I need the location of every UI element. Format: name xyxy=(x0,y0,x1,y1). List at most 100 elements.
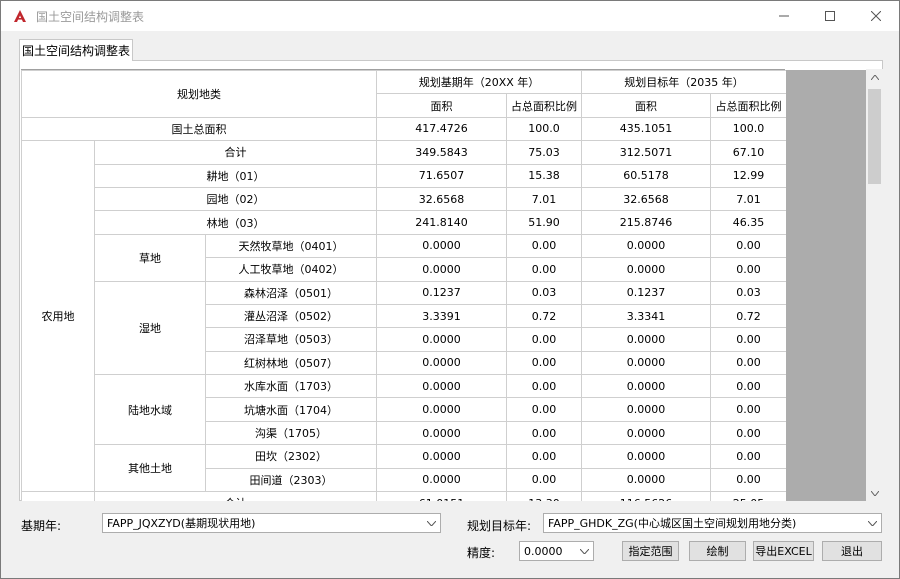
set-range-button[interactable]: 指定范围 xyxy=(622,541,679,561)
value-cell: 349.5843 xyxy=(376,140,507,165)
value-cell: 116.5626 xyxy=(581,491,712,501)
value-cell: 12.99 xyxy=(710,163,788,188)
scroll-down-icon[interactable] xyxy=(866,485,883,501)
value-cell: 7.01 xyxy=(505,186,583,212)
value-cell: 25.05 xyxy=(710,491,788,501)
row-label: 水库水面（1703） xyxy=(205,374,377,399)
tab-panel: 规划地类 规划基期年（20XX 年） 规划目标年（2035 年） 面积 占总面积比例 面积… xyxy=(19,60,883,501)
base-year-select[interactable]: FAPP_JQXZYD(基期现状用地) xyxy=(102,513,441,533)
precision-select[interactable]: 0.0000 xyxy=(519,541,594,561)
value-cell: 71.6507 xyxy=(376,163,507,188)
export-excel-button[interactable]: 导出EXCEL xyxy=(753,541,814,561)
value-cell: 0.00 xyxy=(710,350,788,376)
vertical-scrollbar[interactable] xyxy=(866,69,883,501)
group-label: 湿地 xyxy=(94,280,206,376)
row-label: 合计 xyxy=(94,491,377,501)
value-cell: 0.00 xyxy=(710,420,788,446)
table-row[interactable]: 合计61.015113.30116.562625.05 xyxy=(21,491,788,501)
table-row[interactable]: 耕地（01） 71.6507 15.38 60.5178 12.99 xyxy=(22,163,788,188)
header-row[interactable]: 规划地类 规划基期年（20XX 年） 规划目标年（2035 年） xyxy=(21,69,788,118)
value-cell: 100.0 xyxy=(710,116,788,142)
value-cell: 0.0000 xyxy=(376,374,507,399)
value-cell: 0.0000 xyxy=(581,397,712,422)
table-row[interactable]: 湿地 森林沼泽（0501） 0.1237 0.03 0.1237 0.03 xyxy=(22,280,788,376)
value-cell: 46.35 xyxy=(710,210,788,235)
value-cell: 32.6568 xyxy=(581,186,712,212)
table-row[interactable]: 草地 天然牧草地（0401） 0.0000 0.00 0.0000 0.00 xyxy=(22,233,788,282)
target-year-label: 规划目标年: xyxy=(467,519,532,533)
structure-table: 规划地类 规划基期年（20XX 年） 规划目标年（2035 年） 面积 占总面积比例 面积… xyxy=(21,69,788,501)
value-cell: 0.0000 xyxy=(581,257,712,282)
row-label: 灌丛沼泽（0502） xyxy=(205,303,377,329)
value-cell: 0.00 xyxy=(505,327,583,352)
value-cell: 0.00 xyxy=(505,420,583,446)
header-ratio: 占总面积比例 xyxy=(710,93,788,118)
row-label: 天然牧草地（0401） xyxy=(205,233,377,259)
value-cell: 61.0151 xyxy=(376,491,507,501)
value-cell: 0.0000 xyxy=(581,444,712,469)
row-label: 耕地（01） xyxy=(94,163,377,188)
value-cell: 417.4726 xyxy=(376,116,507,142)
draw-button[interactable]: 绘制 xyxy=(689,541,746,561)
header-category: 规划地类 xyxy=(21,70,377,118)
tab-structure-table[interactable]: 国土空间结构调整表 xyxy=(19,39,133,61)
table-row[interactable]: 林地（03） 241.8140 51.90 215.8746 46.35 xyxy=(22,210,788,235)
chevron-down-icon[interactable] xyxy=(576,542,593,560)
chevron-down-icon[interactable] xyxy=(864,514,881,532)
table-row[interactable]: 陆地水域 水库水面（1703） 0.0000 0.00 0.0000 0.00 xyxy=(22,374,788,446)
value-cell: 0.00 xyxy=(710,327,788,352)
total-row[interactable]: 国土总面积 417.4726 100.0 435.1051 100.0 xyxy=(21,116,788,142)
value-cell: 0.0000 xyxy=(376,350,507,376)
title-bar[interactable]: 国土空间结构调整表 xyxy=(1,1,899,31)
value-cell: 0.0000 xyxy=(376,467,507,493)
group-label: 其他土地 xyxy=(94,444,206,493)
grid-empty-area xyxy=(786,70,867,501)
row-label: 田间道（2303） xyxy=(205,467,377,493)
target-year-select[interactable]: FAPP_GHDK_ZG(中心城区国土空间规划用地分类) xyxy=(543,513,882,533)
row-label: 红树林地（0507） xyxy=(205,350,377,376)
value-cell: 0.1237 xyxy=(581,280,712,305)
value-cell: 0.00 xyxy=(710,397,788,422)
table-row[interactable]: 其他土地 田坎（2302） 0.0000 0.00 0.0000 0.00 xyxy=(22,444,788,493)
value-cell: 0.00 xyxy=(505,374,583,399)
scroll-up-icon[interactable] xyxy=(866,69,883,85)
value-cell: 0.00 xyxy=(505,257,583,282)
minimize-icon[interactable] xyxy=(761,1,807,31)
header-target-year: 规划目标年（2035 年） xyxy=(581,69,788,95)
value-cell: 0.1237 xyxy=(376,280,507,305)
value-cell: 75.03 xyxy=(505,140,583,165)
value-cell: 0.72 xyxy=(710,303,788,329)
row-label: 林地（03） xyxy=(94,210,377,235)
maximize-icon[interactable] xyxy=(807,1,853,31)
category-agricultural: 农用地 xyxy=(21,140,95,493)
value-cell: 0.0000 xyxy=(376,444,507,469)
group-label: 陆地水域 xyxy=(94,374,206,446)
chevron-down-icon[interactable] xyxy=(423,514,440,532)
value-cell: 0.00 xyxy=(710,467,788,493)
total-label: 国土总面积 xyxy=(21,116,377,142)
exit-button[interactable]: 退出 xyxy=(822,541,882,561)
autocad-logo-icon xyxy=(12,8,28,24)
row-label: 田坎（2302） xyxy=(205,444,377,469)
table-row[interactable]: 园地（02） 32.6568 7.01 32.6568 7.01 xyxy=(22,186,788,212)
value-cell: 0.03 xyxy=(710,280,788,305)
value-cell: 3.3391 xyxy=(376,303,507,329)
header-base-year: 规划基期年（20XX 年） xyxy=(375,69,583,95)
close-icon[interactable] xyxy=(853,1,899,31)
base-year-value: FAPP_JQXZYD(基期现状用地) xyxy=(107,517,256,530)
value-cell: 60.5178 xyxy=(581,163,712,188)
value-cell: 0.0000 xyxy=(581,327,712,352)
scrollbar-thumb[interactable] xyxy=(868,89,881,184)
value-cell: 0.0000 xyxy=(581,350,712,376)
value-cell: 0.0000 xyxy=(376,420,507,446)
subtotal-row[interactable]: 农用地 合计 349.5843 75.03 312.5071 67.10 xyxy=(21,140,788,493)
value-cell: 0.0000 xyxy=(581,420,712,446)
row-label: 森林沼泽（0501） xyxy=(205,280,377,305)
value-cell: 0.00 xyxy=(505,467,583,493)
value-cell: 0.00 xyxy=(505,397,583,422)
data-grid[interactable]: 规划地类 规划基期年（20XX 年） 规划目标年（2035 年） 面积 占总面积比例 面积… xyxy=(21,69,883,501)
value-cell: 0.00 xyxy=(710,257,788,282)
value-cell: 0.72 xyxy=(505,303,583,329)
base-year-label: 基期年: xyxy=(21,519,62,533)
value-cell: 0.0000 xyxy=(581,374,712,399)
